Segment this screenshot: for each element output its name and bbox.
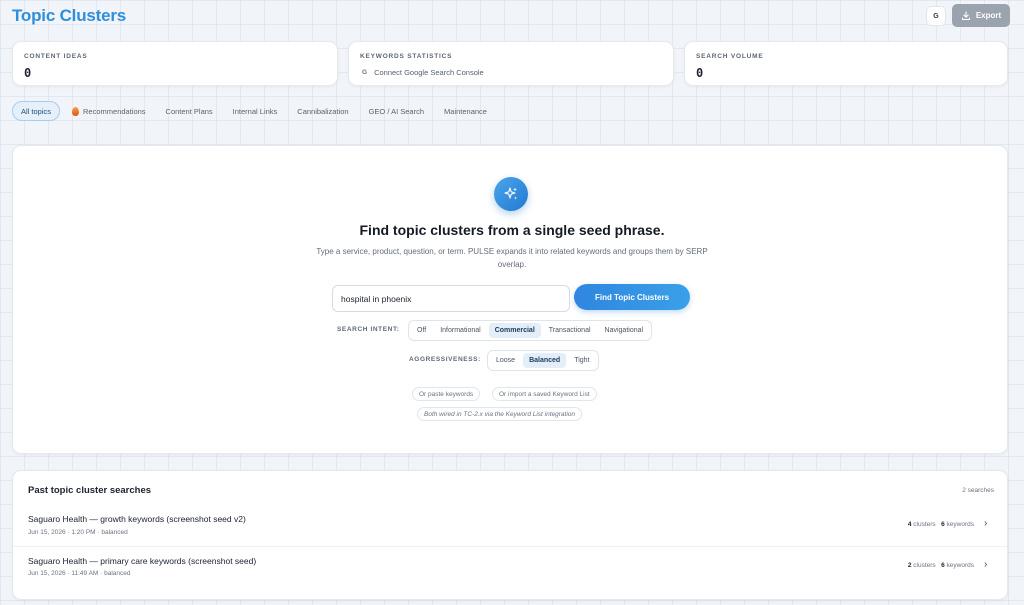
aggr-option-loose[interactable]: Loose (490, 353, 521, 368)
content-ideas-label: CONTENT IDEAS (24, 53, 88, 60)
export-label: Export (975, 11, 1002, 20)
past-search-stats: 4 clusters 6 keywords (860, 521, 974, 528)
export-button[interactable]: Export (952, 4, 1010, 27)
page-title: Topic Clusters (12, 6, 127, 25)
keywords-statistics-card: KEYWORDS STATISTICS G Connect Google Sea… (348, 41, 674, 86)
finder-headline: Find topic clusters from a single seed p… (359, 222, 665, 238)
import-keyword-list-pill[interactable]: Or import a saved Keyword List (492, 387, 597, 401)
tab-label: GEO / AI Search (368, 106, 425, 116)
aggr-option-tight[interactable]: Tight (568, 353, 595, 368)
finder-subtitle: Type a service, product, question, or te… (316, 247, 708, 269)
search-volume-label: SEARCH VOLUME (696, 53, 764, 60)
clusters-label: clusters (913, 521, 936, 528)
intent-option-transactional[interactable]: Transactional (543, 323, 597, 338)
intent-option-navigational[interactable]: Navigational (599, 323, 650, 338)
keywords-statistics-label: KEYWORDS STATISTICS (360, 53, 453, 60)
past-search-meta: Jun 15, 2026 · 11:49 AM · balanced (28, 570, 131, 577)
content-ideas-card: CONTENT IDEAS 0 (12, 41, 338, 86)
connect-gsc-label: Connect Google Search Console (374, 68, 484, 77)
google-icon: G (362, 69, 368, 76)
tab-cannibalization[interactable]: Cannibalization (289, 101, 356, 121)
chevron-right-icon[interactable]: › (984, 518, 987, 529)
tab-label: Maintenance (444, 106, 487, 116)
aggressiveness-label: AGGRESSIVENESS: (409, 356, 481, 363)
chevron-right-icon[interactable]: › (984, 559, 987, 570)
search-volume-card: SEARCH VOLUME 0 (684, 41, 1008, 86)
intent-option-commercial[interactable]: Commercial (488, 323, 541, 338)
seed-phrase-input[interactable] (332, 285, 570, 312)
tab-bar: All topics Recommendations Content Plans… (12, 101, 495, 121)
tab-label: Content Plans (165, 106, 213, 116)
tab-label: All topics (21, 106, 52, 116)
intent-option-off[interactable]: Off (411, 323, 432, 338)
keyword-count: 6 (941, 521, 945, 528)
download-icon (961, 10, 970, 20)
search-volume-value: 0 (696, 66, 704, 80)
connect-gsc-link[interactable]: G Connect Google Search Console (362, 68, 484, 77)
tab-label: Cannibalization (297, 106, 349, 116)
find-topic-clusters-button[interactable]: Find Topic Clusters (574, 284, 690, 310)
tab-all-topics[interactable]: All topics (12, 101, 61, 121)
past-search-name[interactable]: Saguaro Health — growth keywords (screen… (28, 514, 246, 524)
search-intent-selector: Off Informational Commercial Transaction… (408, 320, 653, 341)
tab-internal-links[interactable]: Internal Links (225, 101, 286, 121)
sparkles-icon (494, 177, 528, 211)
aggressiveness-selector: Loose Balanced Tight (487, 350, 599, 371)
tab-content-plans[interactable]: Content Plans (158, 101, 221, 121)
integration-note: Both wired in TC-2.x via the Keyword Lis… (417, 407, 583, 421)
tab-maintenance[interactable]: Maintenance (436, 101, 495, 121)
tab-label: Internal Links (232, 106, 278, 116)
clusters-label: clusters (913, 562, 936, 569)
content-ideas-value: 0 (24, 66, 32, 80)
tab-recommendations[interactable]: Recommendations (64, 101, 154, 121)
aggr-option-balanced[interactable]: Balanced (523, 353, 567, 368)
search-intent-label: SEARCH INTENT: (337, 326, 400, 333)
keywords-label: keywords (946, 562, 974, 569)
past-search-stats: 2 clusters 6 keywords (860, 562, 974, 569)
tab-geo-ai-search[interactable]: GEO / AI Search (361, 101, 432, 121)
intent-option-informational[interactable]: Informational (434, 323, 486, 338)
past-searches-count: 2 searches (962, 487, 994, 494)
cluster-count: 2 (907, 562, 912, 569)
tab-label: Recommendations (83, 106, 146, 116)
keywords-label: keywords (946, 521, 974, 528)
cluster-count: 4 (907, 521, 912, 528)
row-divider (13, 546, 1007, 547)
flame-icon (72, 106, 80, 116)
past-search-name[interactable]: Saguaro Health — primary care keywords (… (28, 556, 256, 566)
paste-keywords-pill[interactable]: Or paste keywords (412, 387, 481, 401)
past-search-meta: Jun 15, 2026 · 1:20 PM · balanced (28, 529, 128, 536)
keyword-count: 6 (941, 562, 945, 569)
past-searches-card (12, 470, 1008, 600)
account-button[interactable]: G (926, 6, 946, 26)
past-searches-title: Past topic cluster searches (28, 485, 152, 496)
